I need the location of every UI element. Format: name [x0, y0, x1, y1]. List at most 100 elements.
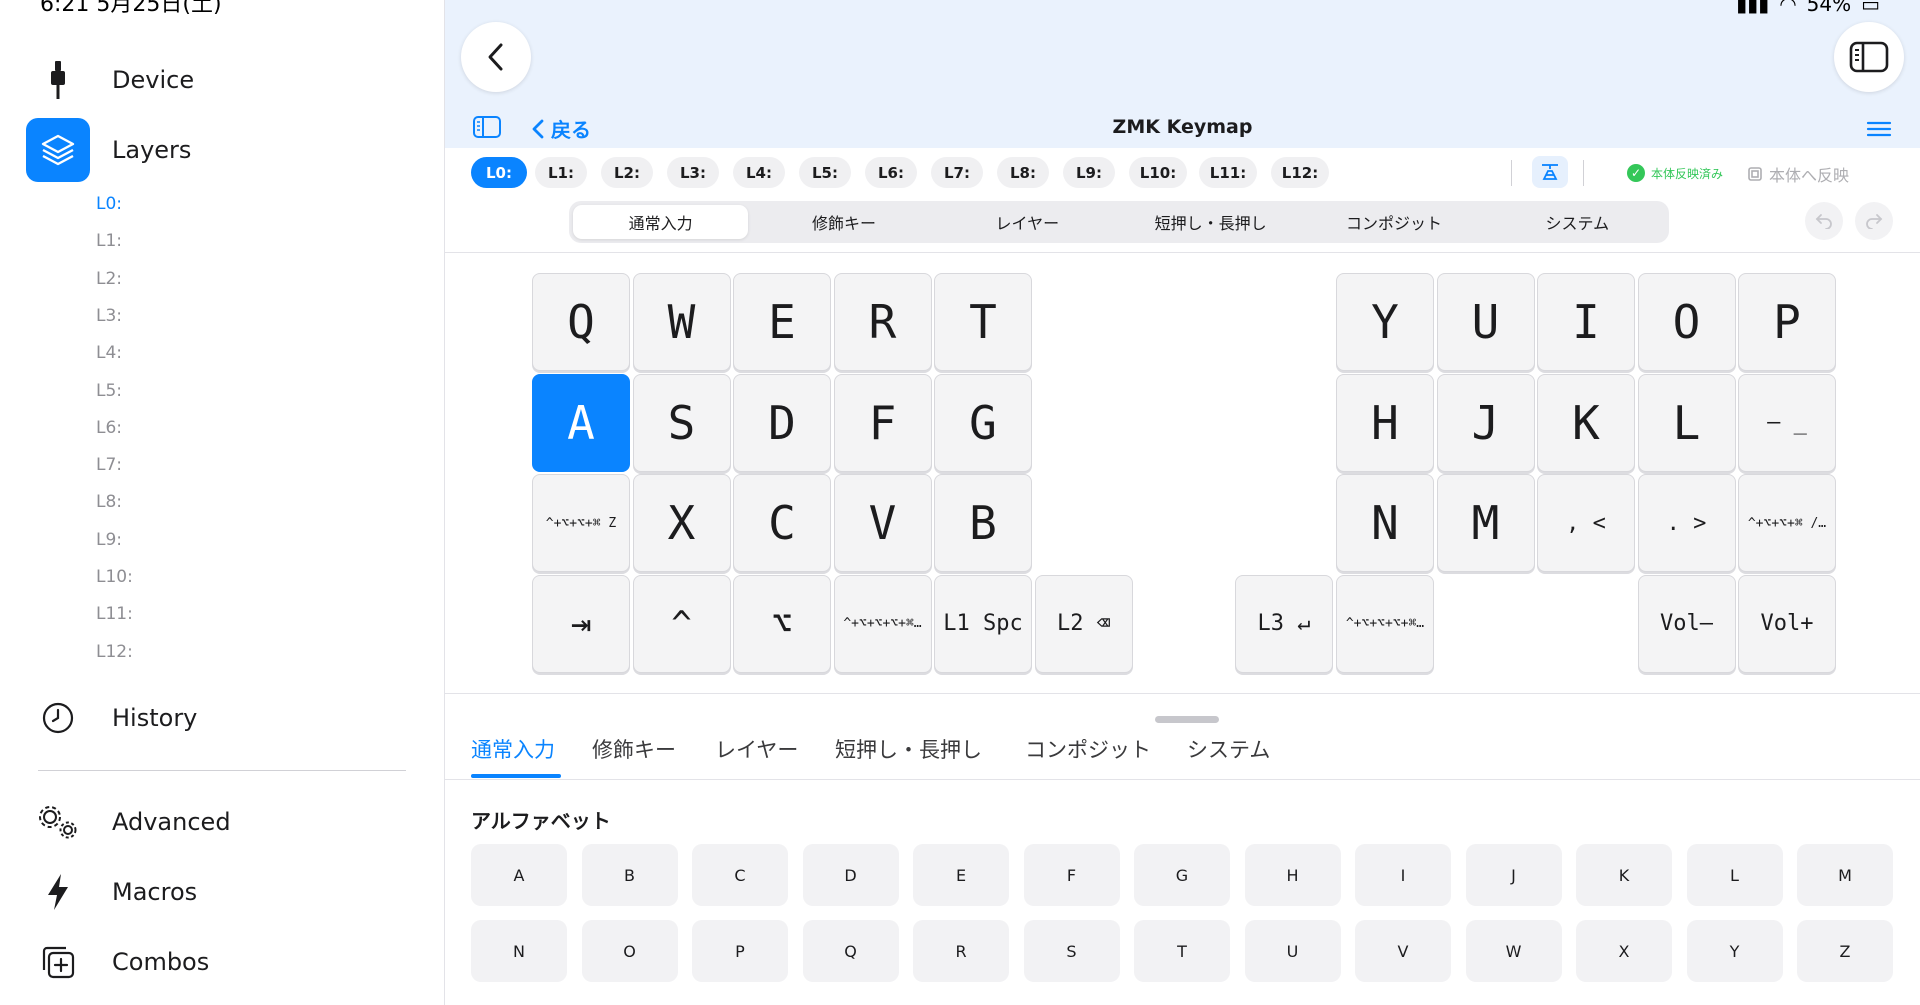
key[interactable]: R [833, 273, 932, 371]
key[interactable]: F [833, 373, 932, 472]
segment-0[interactable]: 通常入力 [573, 205, 749, 239]
key[interactable]: N [1336, 474, 1434, 572]
sidebar-layer-7[interactable]: L7: [96, 455, 122, 475]
sidebar-item-layers[interactable]: Layers [26, 118, 416, 182]
key[interactable]: V [833, 474, 932, 572]
key[interactable]: ^+⌥+⌥+⌘ Z [532, 474, 630, 572]
palette-tab-0[interactable]: 通常入力 [471, 734, 555, 764]
key[interactable]: , < [1537, 474, 1635, 572]
sidebar-item-advanced[interactable]: Advanced [26, 790, 416, 854]
key[interactable]: G [934, 373, 1032, 472]
key[interactable]: Q [532, 273, 630, 371]
layer-chip-0[interactable]: L0: [471, 157, 527, 188]
layer-chip-12[interactable]: L12: [1271, 157, 1329, 188]
key[interactable]: D [733, 373, 831, 472]
sidebar-layer-1[interactable]: L1: [96, 231, 122, 251]
sidebar-layer-0[interactable]: L0: [96, 194, 122, 214]
sidebar-item-history[interactable]: History [26, 686, 416, 750]
layer-chip-2[interactable]: L2: [601, 157, 653, 188]
key[interactable]: Vol+ [1738, 574, 1836, 673]
key[interactable]: . > [1637, 474, 1736, 572]
palette-key-g[interactable]: G [1134, 844, 1230, 906]
palette-key-r[interactable]: R [913, 920, 1009, 982]
key[interactable]: Y [1336, 273, 1434, 371]
back-circle-button[interactable] [461, 22, 531, 92]
key[interactable]: ^+⌥+⌥+⌘ /… [1738, 474, 1836, 572]
key[interactable]: P [1738, 273, 1836, 371]
palette-tab-5[interactable]: システム [1187, 734, 1270, 764]
segment-5[interactable]: システム [1490, 205, 1665, 239]
key[interactable]: ⌥ [733, 574, 831, 673]
layer-chip-7[interactable]: L7: [931, 157, 983, 188]
key[interactable]: W [632, 273, 731, 371]
palette-tab-2[interactable]: レイヤー [715, 734, 798, 764]
palette-key-d[interactable]: D [802, 844, 899, 906]
palette-key-a[interactable]: A [471, 844, 567, 906]
key[interactable]: Vol– [1637, 574, 1736, 673]
key[interactable]: E [733, 273, 831, 371]
layer-chip-4[interactable]: L4: [733, 157, 785, 188]
key[interactable]: L2 ⌫ [1034, 574, 1133, 673]
layout-toggle-button[interactable] [1532, 156, 1568, 188]
palette-key-j[interactable]: J [1465, 844, 1562, 906]
palette-key-i[interactable]: I [1355, 844, 1451, 906]
key[interactable]: M [1436, 474, 1535, 572]
sidebar-layer-9[interactable]: L9: [96, 530, 122, 550]
palette-key-b[interactable]: B [581, 844, 678, 906]
palette-key-h[interactable]: H [1244, 844, 1341, 906]
key[interactable]: H [1336, 373, 1434, 472]
palette-key-v[interactable]: V [1355, 920, 1451, 982]
palette-key-z[interactable]: Z [1797, 920, 1893, 982]
key[interactable]: – _ [1738, 373, 1836, 472]
palette-tab-3[interactable]: 短押し・長押し [835, 734, 982, 764]
sidebar-layer-11[interactable]: L11: [96, 604, 133, 624]
key[interactable]: B [934, 474, 1032, 572]
palette-key-q[interactable]: Q [802, 920, 899, 982]
layer-chip-3[interactable]: L3: [667, 157, 719, 188]
palette-key-n[interactable]: N [471, 920, 567, 982]
palette-key-x[interactable]: X [1576, 920, 1672, 982]
sidebar-layer-6[interactable]: L6: [96, 418, 122, 438]
palette-key-m[interactable]: M [1797, 844, 1893, 906]
key[interactable]: S [632, 373, 731, 472]
sidebar-item-combos[interactable]: Combos [26, 930, 416, 994]
sidebar-layer-3[interactable]: L3: [96, 306, 122, 326]
palette-key-t[interactable]: T [1134, 920, 1230, 982]
palette-key-c[interactable]: C [692, 844, 788, 906]
palette-key-o[interactable]: O [581, 920, 678, 982]
key[interactable]: T [934, 273, 1032, 371]
sidebar-layer-8[interactable]: L8: [96, 492, 122, 512]
key[interactable]: C [733, 474, 831, 572]
key[interactable]: L3 ↵ [1235, 574, 1333, 673]
apply-to-device-button[interactable]: 本体へ反映 [1747, 162, 1849, 186]
key[interactable]: ⇥ [532, 574, 630, 673]
key[interactable]: A [532, 373, 630, 472]
sidebar-item-device[interactable]: Device [26, 48, 416, 112]
key[interactable]: I [1537, 273, 1635, 371]
layer-chip-9[interactable]: L9: [1063, 157, 1115, 188]
layer-chip-8[interactable]: L8: [997, 157, 1049, 188]
menu-icon[interactable] [1866, 120, 1892, 142]
panel-resize-handle[interactable] [1155, 716, 1219, 723]
key[interactable]: O [1637, 273, 1736, 371]
segment-2[interactable]: レイヤー [940, 205, 1115, 239]
layer-chip-11[interactable]: L11: [1199, 157, 1257, 188]
key[interactable]: ^+⌥+⌥+⌥+⌘… [833, 574, 932, 673]
key[interactable]: U [1436, 273, 1535, 371]
palette-key-u[interactable]: U [1244, 920, 1341, 982]
segment-1[interactable]: 修飾キー [756, 205, 931, 239]
palette-key-k[interactable]: K [1576, 844, 1672, 906]
layer-chip-1[interactable]: L1: [535, 157, 587, 188]
sidebar-layer-5[interactable]: L5: [96, 381, 122, 401]
key[interactable]: J [1436, 373, 1535, 472]
palette-key-p[interactable]: P [692, 920, 788, 982]
sidebar-item-macros[interactable]: Macros [26, 860, 416, 924]
layer-chip-5[interactable]: L5: [799, 157, 851, 188]
key[interactable]: L1 Spc [934, 574, 1032, 673]
palette-key-w[interactable]: W [1465, 920, 1562, 982]
sidebar-layer-4[interactable]: L4: [96, 343, 122, 363]
palette-key-e[interactable]: E [913, 844, 1009, 906]
sidebar-layer-10[interactable]: L10: [96, 567, 133, 587]
palette-key-f[interactable]: F [1023, 844, 1120, 906]
sidebar-layer-12[interactable]: L12: [96, 642, 133, 662]
